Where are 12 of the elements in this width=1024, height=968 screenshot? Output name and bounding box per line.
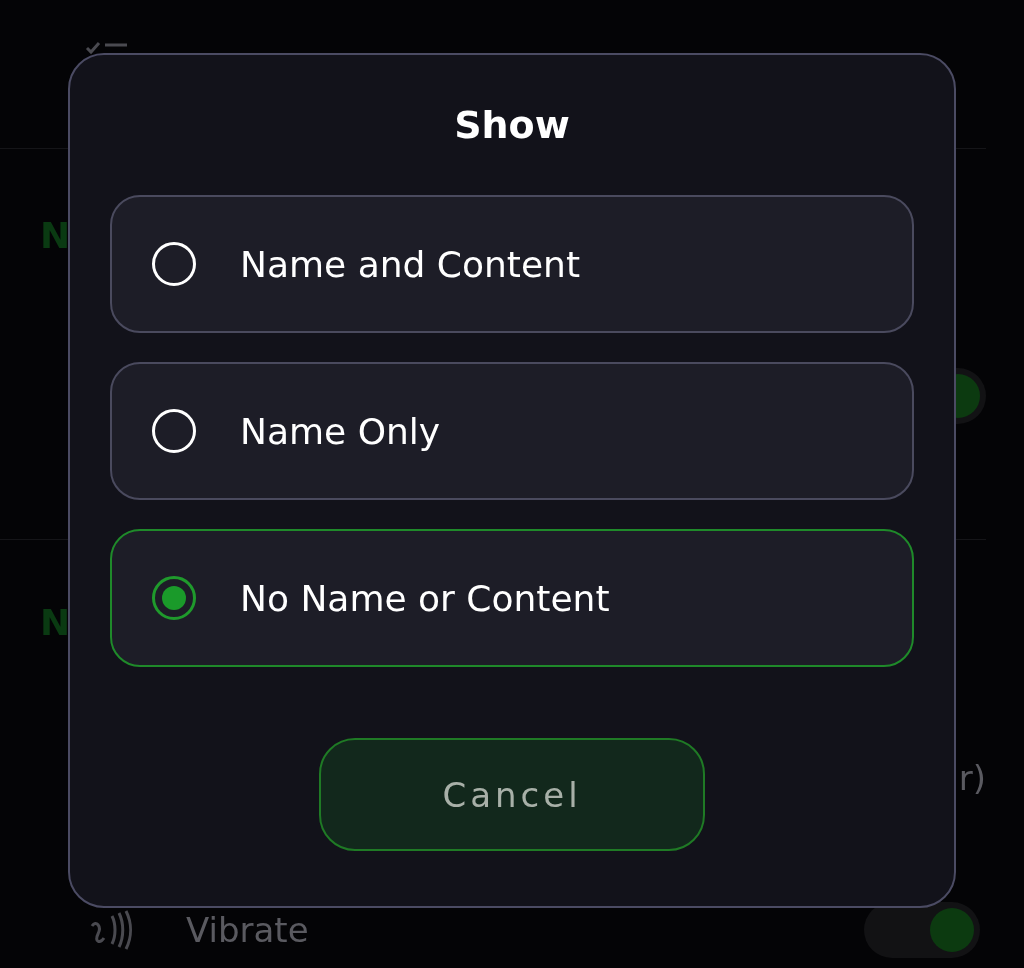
- setting-text: r): [958, 758, 986, 798]
- radio-button[interactable]: [152, 576, 196, 620]
- option-row[interactable]: Name and Content: [110, 195, 914, 333]
- option-label: No Name or Content: [240, 577, 610, 619]
- vibrate-icon: [88, 910, 134, 950]
- setting-label: Vibrate: [186, 910, 310, 950]
- cancel-button[interactable]: Cancel: [319, 738, 705, 851]
- option-row[interactable]: Name Only: [110, 362, 914, 500]
- option-label: Name and Content: [240, 243, 580, 285]
- option-row[interactable]: No Name or Content: [110, 529, 914, 667]
- dialog-title: Show: [454, 102, 570, 149]
- option-label: Name Only: [240, 410, 441, 452]
